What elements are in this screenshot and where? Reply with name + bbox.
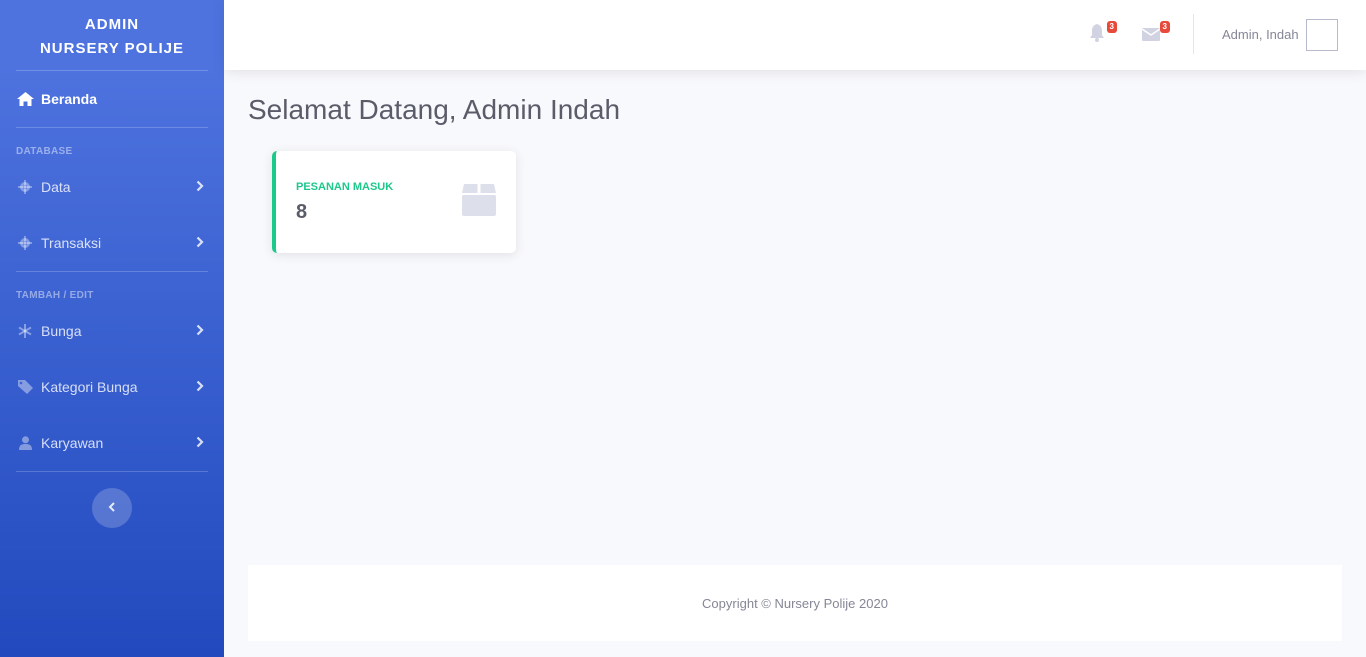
sidebar-toggle-wrap (0, 488, 224, 528)
sidebar-divider (16, 127, 208, 128)
gear-icon (16, 235, 34, 251)
topbar: 3 3 Admin, Indah (224, 0, 1366, 70)
bell-icon (1089, 24, 1105, 46)
sidebar-item-beranda[interactable]: Beranda (0, 71, 224, 127)
box-icon (462, 184, 496, 216)
sidebar-item-data[interactable]: Data (0, 159, 224, 215)
sidebar-item-kategori-bunga[interactable]: Kategori Bunga (0, 359, 224, 415)
sidebar-item-label: Kategori Bunga (41, 379, 138, 395)
snowflake-icon (16, 323, 34, 339)
pesanan-masuk-card: PESANAN MASUK 8 (272, 151, 516, 253)
sidebar-heading-tambah-edit: TAMBAH / EDIT (16, 290, 94, 301)
messages-button[interactable]: 3 (1141, 21, 1170, 46)
chevron-right-icon (196, 235, 204, 251)
copyright-text: Copyright © Nursery Polije 2020 (702, 595, 888, 611)
chevron-left-icon (108, 499, 116, 517)
chevron-right-icon (196, 179, 204, 195)
sidebar-divider (16, 471, 208, 472)
alerts-count-badge: 3 (1106, 21, 1117, 33)
sidebar-item-karyawan[interactable]: Karyawan (0, 415, 224, 471)
gear-icon (16, 179, 34, 195)
sidebar-item-label: Beranda (41, 91, 98, 107)
chevron-right-icon (196, 323, 204, 339)
tag-icon (16, 379, 34, 395)
sidebar-item-bunga[interactable]: Bunga (0, 303, 224, 359)
brand-line-1: ADMIN (84, 16, 140, 33)
topbar-divider (1193, 14, 1194, 54)
card-value: 8 (296, 201, 308, 223)
sidebar-item-label: Karyawan (41, 435, 104, 451)
sidebar-item-label: Transaksi (41, 235, 102, 251)
chevron-right-icon (196, 379, 204, 395)
sidebar-toggle-button[interactable] (92, 488, 132, 528)
sidebar-heading-database: DATABASE (16, 146, 73, 157)
brand-line-2: NURSERY POLIJE (39, 40, 185, 57)
user-icon (16, 435, 34, 451)
alerts-button[interactable]: 3 (1089, 21, 1117, 46)
avatar[interactable] (1306, 19, 1338, 51)
sidebar-item-label: Bunga (41, 323, 82, 339)
messages-count-badge: 3 (1159, 21, 1170, 33)
chevron-right-icon (196, 435, 204, 451)
sidebar-divider (16, 271, 208, 272)
sidebar-item-transaksi[interactable]: Transaksi (0, 215, 224, 271)
envelope-icon (1141, 28, 1161, 45)
sidebar: ADMIN NURSERY POLIJE Beranda DATABASE Da… (0, 0, 224, 657)
home-icon (16, 91, 34, 107)
brand[interactable]: ADMIN NURSERY POLIJE (0, 0, 224, 70)
page-title: Selamat Datang, Admin Indah (248, 94, 621, 125)
sidebar-item-label: Data (41, 179, 71, 195)
card-label: PESANAN MASUK (296, 181, 394, 193)
user-name[interactable]: Admin, Indah (1222, 27, 1299, 42)
footer: Copyright © Nursery Polije 2020 (248, 565, 1342, 641)
